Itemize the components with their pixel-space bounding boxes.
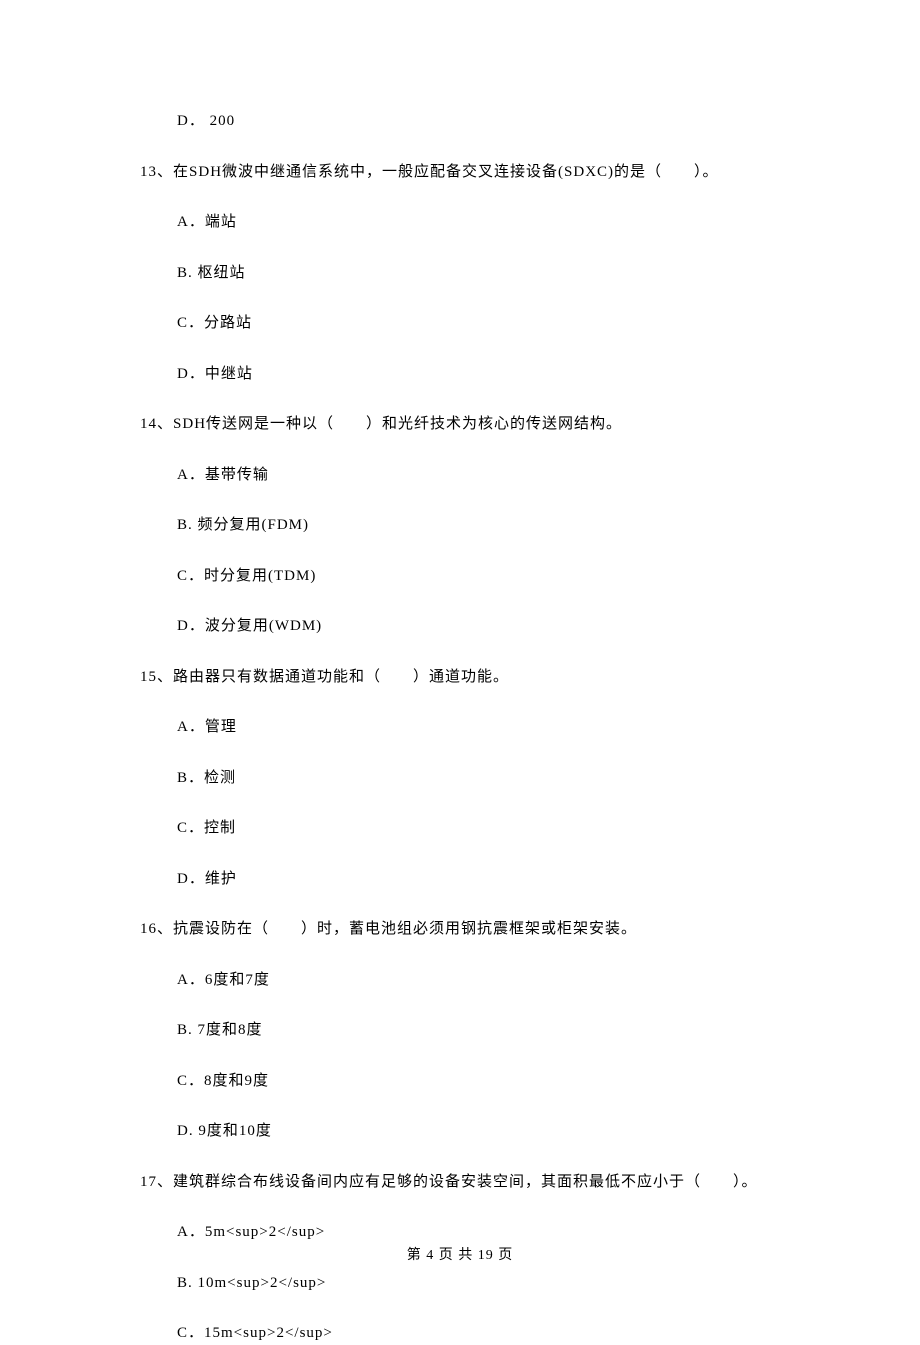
question-number: 15、 xyxy=(140,669,173,685)
option-row: A．端站 xyxy=(140,211,790,234)
page-footer: 第 4 页 共 19 页 xyxy=(0,1245,920,1266)
option-row: D．波分复用(WDM) xyxy=(140,615,790,638)
option-text: 频分复用(FDM) xyxy=(193,517,309,533)
option-letter: A． xyxy=(177,719,205,735)
question-number: 17、 xyxy=(140,1174,173,1190)
option-row: D．维护 xyxy=(140,868,790,891)
option-letter: C． xyxy=(177,315,204,331)
option-text: 中继站 xyxy=(205,366,253,382)
option-letter: B. xyxy=(177,1275,193,1291)
document-page: D． 200 13、在SDH微波中继通信系统中，一般应配备交叉连接设备(SDXC… xyxy=(0,0,920,1302)
option-letter: B． xyxy=(177,770,204,786)
question-text: 抗震设防在（ ）时，蓄电池组必须用钢抗震框架或柜架安装。 xyxy=(173,921,637,937)
option-row: A．6度和7度 xyxy=(140,969,790,992)
option-text: 15m<sup>2</sup> xyxy=(204,1325,333,1341)
option-row: C．8度和9度 xyxy=(140,1070,790,1093)
option-text: 5m<sup>2</sup> xyxy=(205,1224,325,1240)
option-text: 枢纽站 xyxy=(193,265,246,281)
option-letter: D． xyxy=(177,113,205,129)
option-text: 基带传输 xyxy=(205,467,269,483)
option-text: 200 xyxy=(210,113,236,129)
question-text: 在SDH微波中继通信系统中，一般应配备交叉连接设备(SDXC)的是（ ）。 xyxy=(173,164,719,180)
option-text: 时分复用(TDM) xyxy=(204,568,316,584)
question-number: 14、 xyxy=(140,416,173,432)
option-letter: C． xyxy=(177,820,204,836)
option-letter: A． xyxy=(177,214,205,230)
option-text: 管理 xyxy=(205,719,237,735)
option-row: D. 9度和10度 xyxy=(140,1120,790,1143)
option-letter: C． xyxy=(177,1073,204,1089)
option-letter: B. xyxy=(177,517,193,533)
option-text: 10m<sup>2</sup> xyxy=(193,1275,327,1291)
option-text: 9度和10度 xyxy=(194,1123,272,1139)
option-row: C．时分复用(TDM) xyxy=(140,565,790,588)
option-letter: D． xyxy=(177,618,205,634)
option-text: 波分复用(WDM) xyxy=(205,618,322,634)
question-stem: 16、抗震设防在（ ）时，蓄电池组必须用钢抗震框架或柜架安装。 xyxy=(140,918,790,941)
option-row: D． 200 xyxy=(140,110,790,133)
option-letter: D． xyxy=(177,366,205,382)
question-stem: 15、路由器只有数据通道功能和（ ）通道功能。 xyxy=(140,666,790,689)
option-letter: B. xyxy=(177,265,193,281)
question-stem: 13、在SDH微波中继通信系统中，一般应配备交叉连接设备(SDXC)的是（ ）。 xyxy=(140,161,790,184)
option-text: 8度和9度 xyxy=(204,1073,269,1089)
question-number: 13、 xyxy=(140,164,173,180)
option-row: B. 频分复用(FDM) xyxy=(140,514,790,537)
question-text: 路由器只有数据通道功能和（ ）通道功能。 xyxy=(173,669,509,685)
option-row: A．管理 xyxy=(140,716,790,739)
option-letter: D. xyxy=(177,1123,194,1139)
option-text: 控制 xyxy=(204,820,236,836)
option-text: 维护 xyxy=(205,871,237,887)
question-stem: 14、SDH传送网是一种以（ ）和光纤技术为核心的传送网结构。 xyxy=(140,413,790,436)
option-letter: D． xyxy=(177,871,205,887)
option-letter: C． xyxy=(177,568,204,584)
option-letter: A． xyxy=(177,467,205,483)
option-row: A．5m<sup>2</sup> xyxy=(140,1221,790,1244)
option-row: C．15m<sup>2</sup> xyxy=(140,1322,790,1345)
option-letter: B. xyxy=(177,1022,193,1038)
option-text: 7度和8度 xyxy=(193,1022,263,1038)
option-letter: A． xyxy=(177,1224,205,1240)
option-row: A．基带传输 xyxy=(140,464,790,487)
option-letter: A． xyxy=(177,972,205,988)
option-row: B. 10m<sup>2</sup> xyxy=(140,1272,790,1295)
option-row: B. 7度和8度 xyxy=(140,1019,790,1042)
question-stem: 17、建筑群综合布线设备间内应有足够的设备安装空间，其面积最低不应小于（ ）。 xyxy=(140,1171,790,1194)
option-letter: C． xyxy=(177,1325,204,1341)
option-row: B. 枢纽站 xyxy=(140,262,790,285)
question-number: 16、 xyxy=(140,921,173,937)
option-row: C．控制 xyxy=(140,817,790,840)
option-row: D．中继站 xyxy=(140,363,790,386)
question-text: SDH传送网是一种以（ ）和光纤技术为核心的传送网结构。 xyxy=(173,416,622,432)
option-text: 端站 xyxy=(205,214,237,230)
option-text: 检测 xyxy=(204,770,236,786)
option-text: 分路站 xyxy=(204,315,252,331)
option-row: B．检测 xyxy=(140,767,790,790)
question-text: 建筑群综合布线设备间内应有足够的设备安装空间，其面积最低不应小于（ ）。 xyxy=(173,1174,758,1190)
option-row: C．分路站 xyxy=(140,312,790,335)
option-text: 6度和7度 xyxy=(205,972,270,988)
